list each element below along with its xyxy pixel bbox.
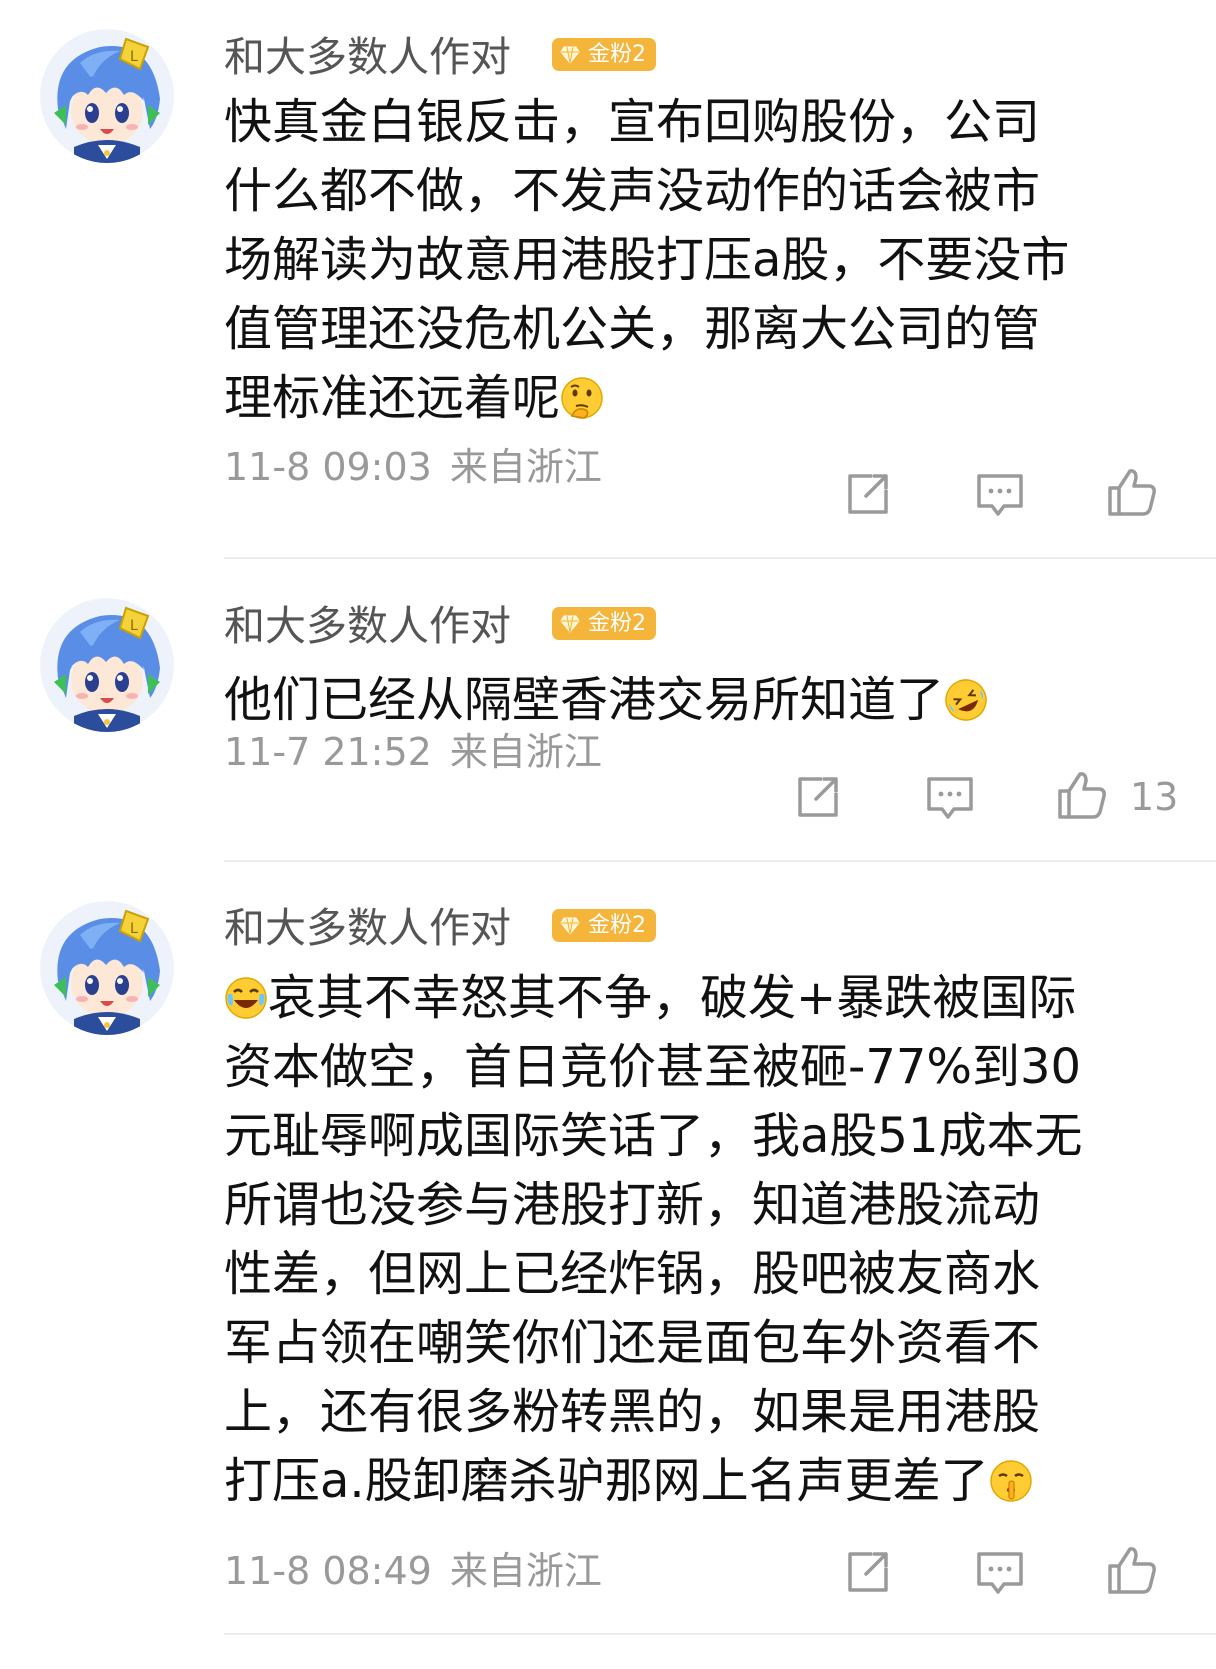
fan-level-badge[interactable]: 金粉2 — [552, 607, 656, 640]
username[interactable]: 和大多数人作对 — [224, 601, 511, 651]
comment-text: 他们已经从隔壁香港交易所知道了 — [224, 666, 1184, 735]
text-line: 理标准还远着呢 — [224, 370, 561, 426]
text-line: 所谓也没参与港股打新，知道港股流动 — [224, 1177, 1041, 1233]
fan-level-badge[interactable]: 金粉2 — [552, 38, 656, 71]
text-line: 元耻辱啊成国际笑话了，我a股51成本无 — [224, 1108, 1083, 1164]
like-icon[interactable] — [1106, 1544, 1158, 1596]
username[interactable]: 和大多数人作对 — [224, 32, 511, 82]
fan-level-badge[interactable]: 金粉2 — [552, 909, 656, 942]
reply-icon[interactable] — [974, 468, 1026, 520]
text-line: 什么都不做，不发声没动作的话会被市 — [224, 163, 1041, 219]
diamond-icon — [560, 916, 580, 936]
reply-icon[interactable] — [924, 771, 976, 823]
share-icon[interactable] — [792, 771, 844, 823]
text-line: 哀其不幸怒其不争，破发+暴跌被国际 — [268, 970, 1077, 1026]
text-line: 打压a.股卸磨杀驴那网上名声更差了 — [224, 1453, 989, 1509]
avatar[interactable] — [40, 29, 174, 163]
text-line: 快真金白银反击，宣布回购股份，公司 — [224, 94, 1041, 150]
text-line: 上，还有很多粉转黑的，如果是用港股 — [224, 1384, 1041, 1440]
like-count: 13 — [1130, 775, 1179, 819]
thinking-emoji-icon — [561, 377, 603, 419]
divider — [224, 1633, 1216, 1635]
text-line: 值管理还没危机公关，那离大公司的管 — [224, 301, 1041, 357]
timestamp: 11-8 09:03 — [224, 445, 432, 489]
diamond-icon — [560, 614, 580, 634]
share-icon[interactable] — [842, 468, 894, 520]
text-line: 资本做空，首日竞价甚至被砸-77%到30 — [224, 1039, 1082, 1095]
divider — [224, 860, 1216, 862]
avatar[interactable] — [40, 598, 174, 732]
divider — [224, 557, 1216, 559]
text-line: 性差，但网上已经炸锅，股吧被友商水 — [224, 1246, 1041, 1302]
comment-text: 哀其不幸怒其不争，破发+暴跌被国际 资本做空，首日竞价甚至被砸-77%到30 元… — [224, 964, 1184, 1516]
text-line: 军占领在嘲笑你们还是面包车外资看不 — [224, 1315, 1041, 1371]
timestamp: 11-8 08:49 — [224, 1549, 432, 1593]
timestamp: 11-7 21:52 — [224, 730, 432, 774]
username[interactable]: 和大多数人作对 — [224, 903, 511, 953]
rofl-emoji-icon — [945, 679, 987, 721]
reply-icon[interactable] — [974, 1546, 1026, 1598]
location: 来自浙江 — [449, 1549, 602, 1593]
share-icon[interactable] — [842, 1546, 894, 1598]
shush-emoji-icon — [989, 1460, 1032, 1502]
diamond-icon — [560, 45, 580, 65]
comment-meta: 11-7 21:52 来自浙江 — [224, 727, 602, 777]
text-line: 他们已经从隔壁香港交易所知道了 — [224, 672, 945, 728]
badge-label: 金粉2 — [588, 42, 646, 67]
like-icon[interactable] — [1056, 769, 1108, 821]
location: 来自浙江 — [449, 445, 602, 489]
avatar[interactable] — [40, 901, 174, 1035]
comment-meta: 11-8 08:49 来自浙江 — [224, 1546, 602, 1596]
badge-label: 金粉2 — [588, 611, 646, 636]
like-icon[interactable] — [1106, 466, 1158, 518]
laugh-cry-emoji-icon — [225, 977, 267, 1019]
comment-meta: 11-8 09:03 来自浙江 — [224, 442, 602, 492]
location: 来自浙江 — [449, 730, 602, 774]
text-line: 场解读为故意用港股打压a股，不要没市 — [224, 232, 1070, 288]
badge-label: 金粉2 — [588, 913, 646, 938]
comment-text: 快真金白银反击，宣布回购股份，公司 什么都不做，不发声没动作的话会被市 场解读为… — [224, 88, 1184, 433]
